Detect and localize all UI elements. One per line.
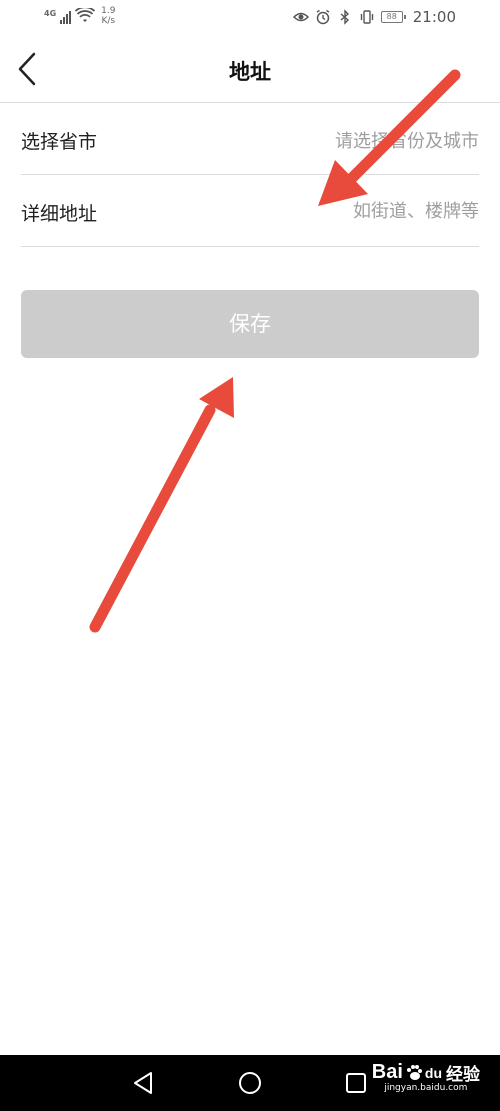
watermark-url: jingyan.baidu.com	[384, 1083, 468, 1093]
province-city-row[interactable]: 选择省市 请选择省份及城市	[21, 104, 479, 175]
status-bar: 4G 1.9 K/s 88 21:00	[0, 0, 500, 36]
province-city-selector[interactable]: 请选择省份及城市	[335, 127, 479, 153]
home-circle-icon[interactable]	[236, 1069, 264, 1097]
detail-address-row: 详细地址	[21, 176, 479, 247]
status-left: 4G 1.9 K/s	[44, 6, 115, 26]
watermark-label: 经验	[446, 1065, 480, 1085]
baidu-jingyan-watermark: Bai du 经验 jingyan.baidu.com	[372, 1060, 480, 1093]
alarm-icon	[316, 9, 330, 25]
detail-address-label: 详细地址	[21, 203, 98, 225]
paw-icon	[406, 1064, 422, 1080]
watermark-logo: Bai du 经验	[372, 1060, 480, 1085]
vibrate-icon	[360, 10, 373, 24]
battery-level: 88	[386, 12, 397, 21]
annotation-arrow-bottom	[89, 377, 234, 633]
page-title: 地址	[229, 60, 271, 84]
status-time: 21:00	[412, 8, 456, 26]
network-type-label: 4G	[44, 9, 57, 18]
network-speed: 1.9 K/s	[101, 6, 115, 26]
back-triangle-icon[interactable]	[129, 1069, 157, 1097]
bluetooth-icon	[340, 9, 349, 25]
speed-unit: K/s	[101, 16, 116, 26]
battery-icon: 88	[380, 11, 406, 23]
status-right: 88 21:00	[292, 8, 456, 26]
detail-address-input[interactable]	[219, 194, 479, 228]
signal-icon	[60, 10, 72, 24]
watermark-brand: Bai	[371, 1061, 403, 1083]
recent-square-icon[interactable]	[342, 1069, 370, 1097]
watermark-brand-suffix: du	[424, 1064, 442, 1081]
speed-value: 1.9	[101, 6, 116, 16]
nav-bar: 地址	[0, 36, 500, 103]
eye-icon	[292, 12, 309, 22]
save-button[interactable]: 保存	[21, 290, 479, 358]
province-city-label: 选择省市	[21, 131, 98, 153]
wifi-icon	[75, 8, 96, 22]
